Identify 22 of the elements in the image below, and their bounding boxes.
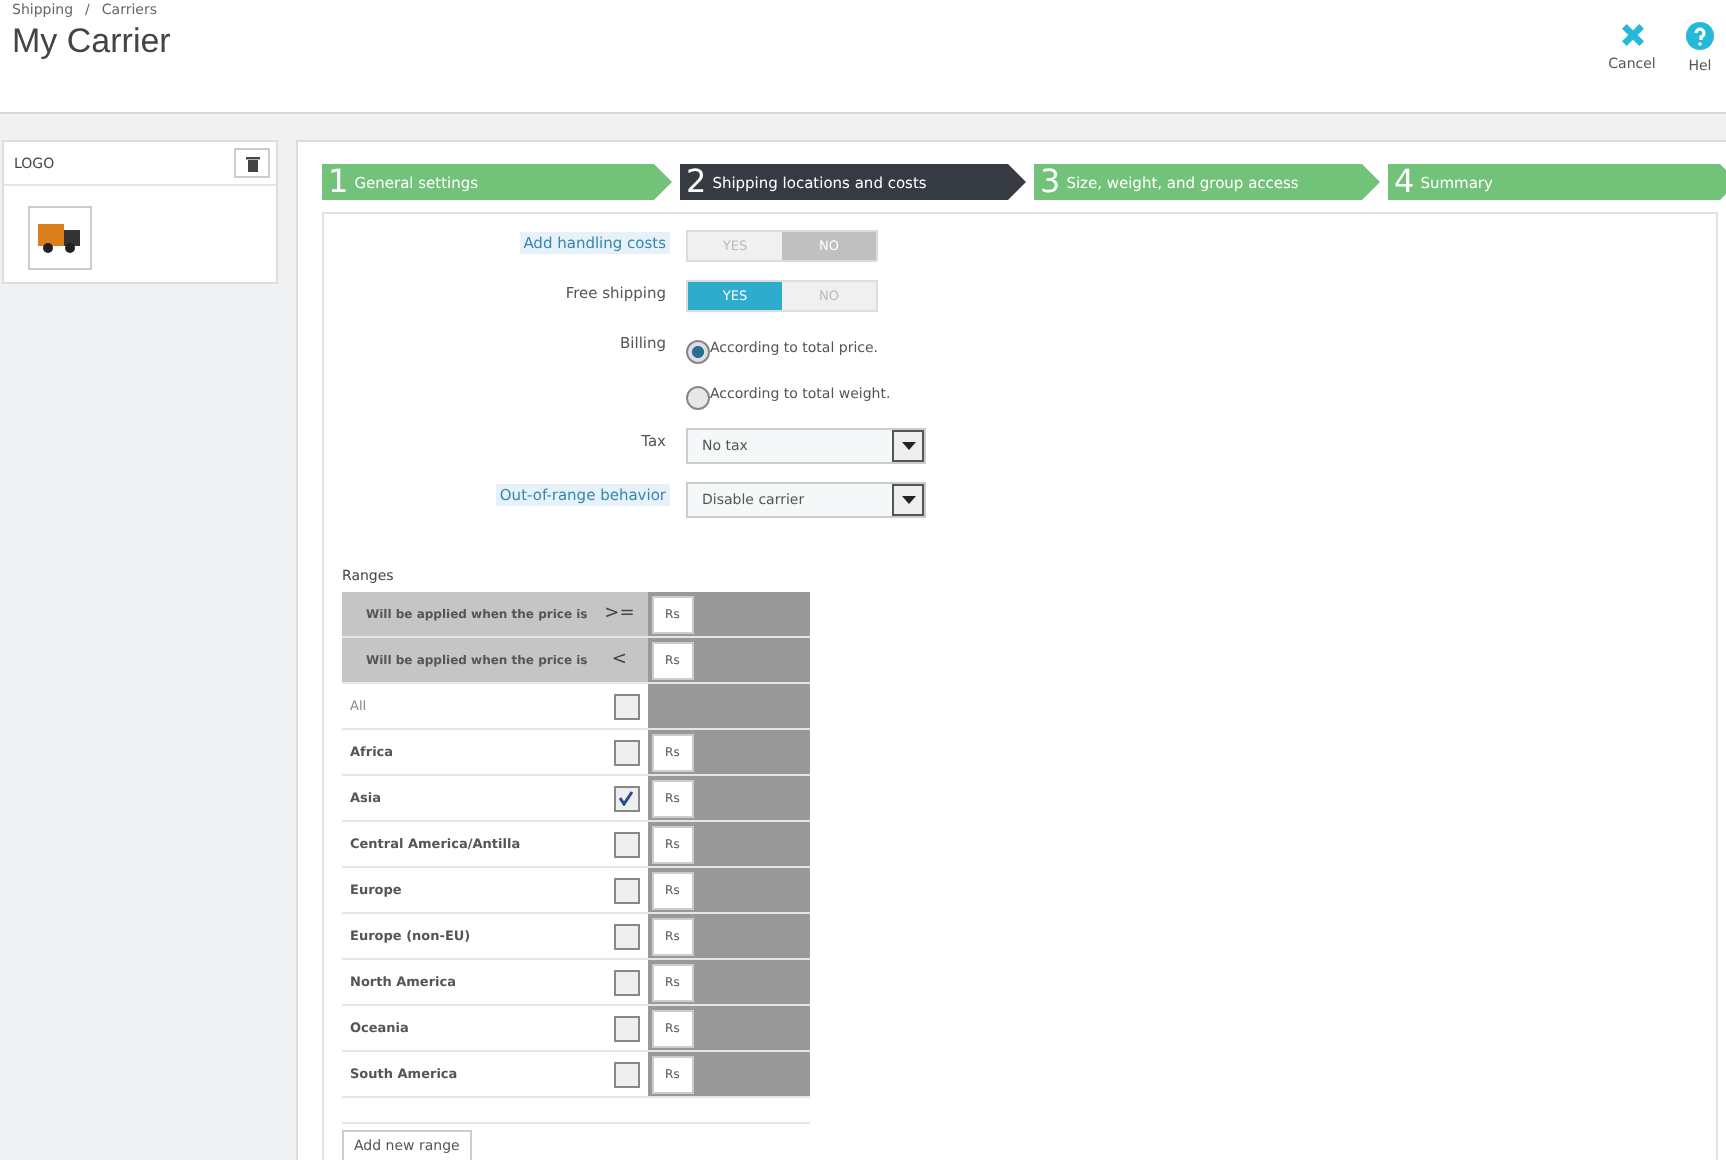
checkbox[interactable] <box>613 831 640 857</box>
checkbox[interactable] <box>613 739 640 765</box>
operator-text: >= <box>602 604 637 624</box>
caret-icon <box>901 496 915 504</box>
page-title: My Carrier <box>12 22 171 62</box>
close-icon <box>1619 22 1645 48</box>
checkbox[interactable] <box>613 1015 640 1041</box>
checkbox[interactable] <box>613 785 640 811</box>
caret-icon <box>901 442 915 450</box>
trash-icon <box>245 155 259 171</box>
checkbox[interactable] <box>613 923 640 949</box>
operator-text: < <box>609 650 629 670</box>
delete-button[interactable] <box>234 148 270 178</box>
checkbox[interactable] <box>613 969 640 995</box>
check-icon <box>618 790 635 806</box>
radio-button[interactable] <box>686 386 710 410</box>
checkbox[interactable] <box>613 877 640 903</box>
truck-icon <box>38 222 82 254</box>
checkbox[interactable] <box>613 693 640 719</box>
radio-button[interactable] <box>686 340 710 364</box>
help-icon <box>1686 22 1714 50</box>
checkbox[interactable] <box>613 1061 640 1087</box>
